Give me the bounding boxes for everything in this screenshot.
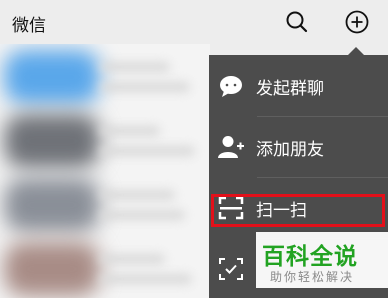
watermark-subtitle: 助你轻松解决 [270,270,355,284]
page-title: 微信 [12,16,46,36]
blurred-text [100,274,192,284]
menu-item-label: 发起群聊 [256,79,324,99]
receipt-icon [217,256,245,282]
blurred-text [100,254,165,264]
menu-item-add-friend[interactable]: 添加朋友 [209,117,388,177]
chat-list [0,44,210,298]
blurred-text [100,190,175,200]
avatar [4,178,100,232]
list-item[interactable] [0,236,210,298]
search-icon[interactable] [283,8,311,36]
menu-item-group-chat[interactable]: 发起群聊 [209,56,388,116]
avatar [4,114,100,168]
chat-bubble-icon [217,73,245,99]
blurred-text [100,82,190,92]
blurred-text [100,210,185,220]
avatar [4,50,100,104]
menu-item-label: 添加朋友 [256,140,324,160]
list-item[interactable] [0,172,210,236]
plus-circle-icon[interactable] [343,8,371,36]
list-item[interactable] [0,44,210,108]
list-item[interactable] [0,108,210,172]
add-friend-icon [217,134,245,160]
top-bar: 微信 [0,0,388,44]
avatar [4,242,100,296]
menu-caret [348,47,364,55]
highlight-box [211,194,385,227]
blurred-text [100,146,195,156]
watermark-title: 百科全说 [262,244,358,270]
blurred-text [100,62,170,72]
blurred-text [100,126,160,136]
watermark-logo: 百科全说 助你轻松解决 [256,232,388,288]
